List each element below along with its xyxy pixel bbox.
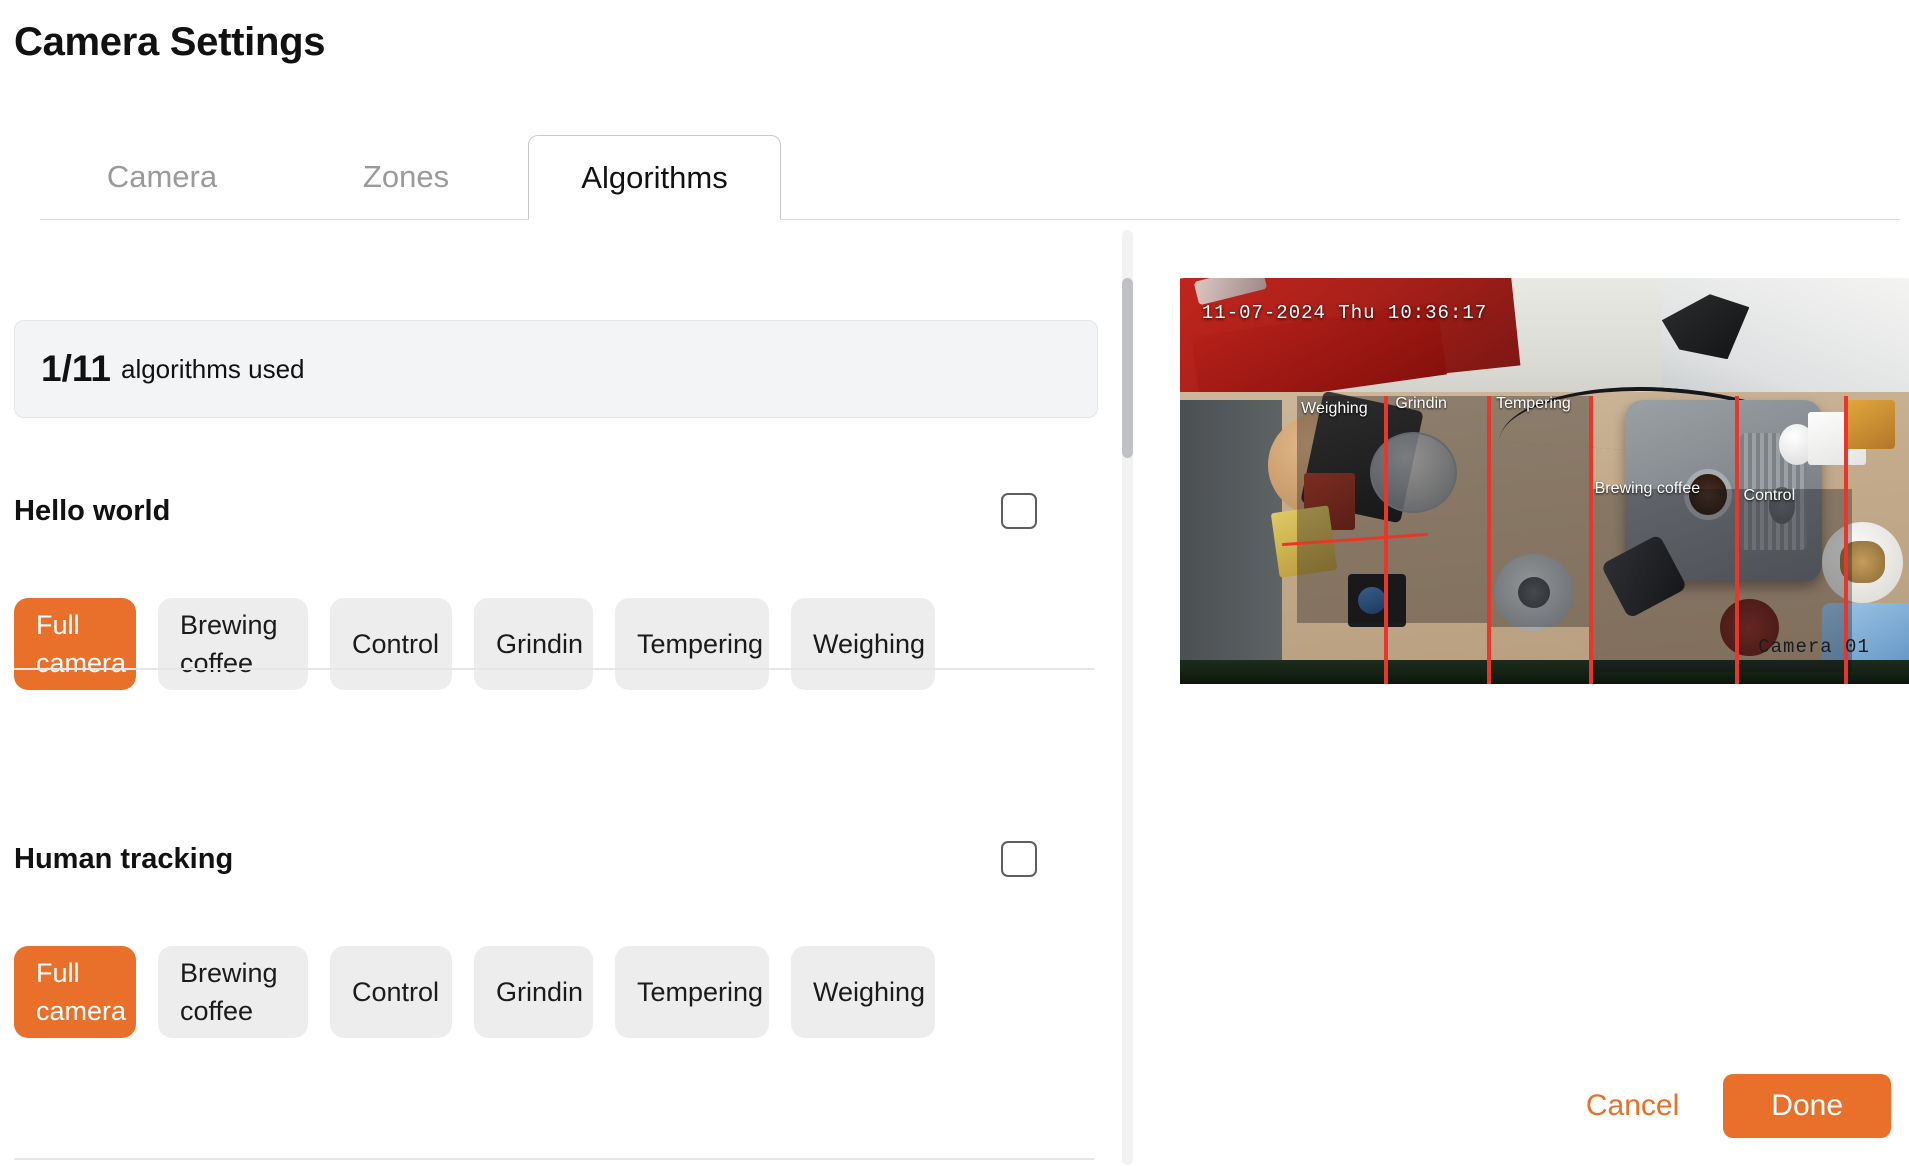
algorithm-enable-checkbox[interactable]: [1001, 841, 1037, 877]
zone-chip-brewing-coffee[interactable]: Brewing coffee: [158, 598, 308, 690]
algorithms-used-label: algorithms used: [120, 353, 305, 384]
algorithms-panel: 1/11 algorithms used Hello world Full ca…: [0, 240, 1115, 1166]
tab-camera[interactable]: Camera: [40, 135, 284, 220]
tab-zones-label: Zones: [362, 159, 450, 194]
camera-scene: Weighing Grindin Tempering Brewing coffe…: [1180, 278, 1909, 684]
zone-overlay-brewing: [1588, 489, 1735, 672]
zone-overlay-weighing: [1296, 395, 1487, 624]
zone-label-brewing-coffee: Brewing coffee: [1594, 480, 1701, 498]
camera-preview[interactable]: Weighing Grindin Tempering Brewing coffe…: [1180, 278, 1909, 684]
zone-chip-control[interactable]: Control: [330, 946, 452, 1038]
zone-divider-line: [1486, 395, 1491, 684]
tab-algorithms[interactable]: Algorithms: [528, 135, 781, 220]
zone-chip-full-camera[interactable]: Full camera: [14, 946, 136, 1038]
algorithm-item: Human tracking Full camera Brewing coffe…: [0, 836, 1115, 1038]
zone-divider-line: [1734, 395, 1739, 684]
cancel-button[interactable]: Cancel: [1582, 1081, 1683, 1131]
dialog-footer: Cancel Done: [1582, 1074, 1891, 1138]
zone-chip-weighing[interactable]: Weighing: [791, 946, 935, 1038]
zone-overlay-tempering: [1486, 395, 1589, 628]
zone-chip-full-camera[interactable]: Full camera: [14, 598, 136, 690]
camera-settings-dialog: Camera Settings Camera Zones Algorithms …: [0, 0, 1909, 1166]
done-button[interactable]: Done: [1723, 1074, 1891, 1138]
zone-chip-tempering[interactable]: Tempering: [615, 946, 769, 1038]
section-divider: [14, 668, 1094, 670]
tab-zones[interactable]: Zones: [284, 135, 528, 220]
page-title: Camera Settings: [14, 20, 326, 64]
section-divider: [14, 1158, 1094, 1160]
zone-divider-line: [1384, 395, 1389, 684]
zone-chip-weighing[interactable]: Weighing: [791, 598, 935, 690]
zone-chip-brewing-coffee[interactable]: Brewing coffee: [158, 946, 308, 1038]
zone-divider-line: [1588, 395, 1593, 684]
algorithms-used-count: 1/11: [41, 348, 111, 389]
tab-camera-label: Camera: [106, 159, 218, 194]
zone-chip-row: Full camera Brewing coffee Control Grind…: [14, 946, 935, 1038]
zone-chip-row: Full camera Brewing coffee Control Grind…: [14, 598, 935, 690]
zone-label-weighing: Weighing: [1301, 399, 1368, 417]
algorithms-used-box: 1/11 algorithms used: [14, 320, 1098, 418]
scene-snack: [1844, 399, 1896, 449]
zone-chip-grindin[interactable]: Grindin: [474, 598, 593, 690]
tab-algorithms-label: Algorithms: [581, 159, 728, 195]
algorithm-name: Human tracking: [14, 842, 234, 875]
camera-id-label: Camera 01: [1758, 635, 1870, 658]
algorithm-header: Human tracking: [0, 836, 1051, 882]
zone-label-grindin: Grindin: [1395, 394, 1447, 412]
panel-scrollbar-thumb[interactable]: [1122, 278, 1133, 458]
algorithm-item: Hello world Full camera Brewing coffee C…: [0, 488, 1115, 690]
zone-chip-tempering[interactable]: Tempering: [615, 598, 769, 690]
algorithm-name: Hello world: [14, 494, 171, 527]
algorithm-enable-checkbox[interactable]: [1001, 493, 1037, 529]
zone-chip-grindin[interactable]: Grindin: [474, 946, 593, 1038]
tab-bar: Camera Zones Algorithms: [40, 135, 1900, 220]
zone-label-tempering: Tempering: [1496, 394, 1571, 412]
zone-chip-control[interactable]: Control: [330, 598, 452, 690]
algorithm-header: Hello world: [0, 488, 1051, 534]
zone-label-control: Control: [1743, 487, 1796, 505]
scene-left-shadow: [1180, 399, 1283, 684]
camera-timestamp: 11-07-2024 Thu 10:36:17: [1201, 302, 1488, 325]
